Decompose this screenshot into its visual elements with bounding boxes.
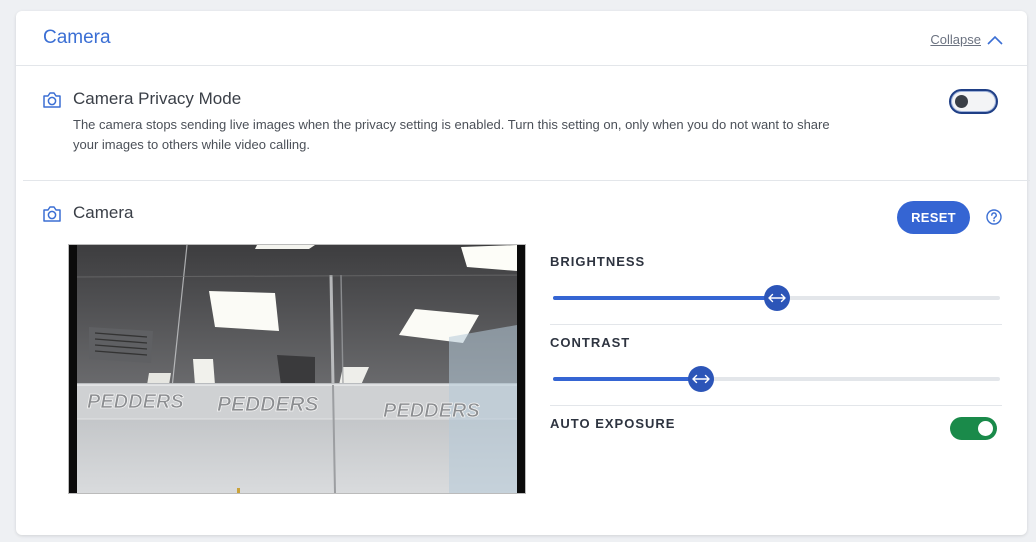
collapse-label[interactable]: Collapse [930, 32, 981, 47]
camera-preview-image: PEDDERS PEDDERS PEDDERS [69, 245, 525, 493]
control-divider [550, 405, 1002, 406]
collapse-link[interactable]: Collapse [930, 32, 1003, 47]
camera-settings-panel: Camera Collapse Camera Privacy Mode The … [16, 11, 1030, 535]
svg-text:PEDDERS: PEDDERS [383, 400, 480, 422]
camera-section-title: Camera [73, 203, 134, 222]
arrows-horizontal-icon [691, 374, 710, 384]
svg-text:PEDDERS: PEDDERS [87, 391, 184, 413]
privacy-mode-toggle[interactable] [949, 89, 998, 114]
brightness-slider-fill [553, 296, 777, 300]
brightness-slider[interactable] [553, 285, 1000, 311]
panel-title: Camera [43, 27, 111, 48]
arrows-horizontal-icon [767, 293, 786, 303]
panel-header: Camera Collapse [16, 11, 1027, 66]
contrast-slider-fill [553, 377, 701, 381]
svg-text:PEDDERS: PEDDERS [217, 393, 319, 416]
contrast-slider-thumb[interactable] [687, 366, 714, 392]
contrast-label: CONTRAST [550, 335, 631, 350]
chevron-up-icon[interactable] [987, 35, 1003, 45]
privacy-mode-title: Camera Privacy Mode [73, 89, 242, 108]
privacy-mode-description: The camera stops sending live images whe… [73, 117, 830, 152]
reset-button[interactable]: RESET [897, 201, 970, 234]
toggle-knob [955, 95, 968, 108]
camera-icon [43, 206, 61, 222]
question-circle-icon[interactable] [986, 209, 1002, 225]
camera-preview: PEDDERS PEDDERS PEDDERS [68, 244, 526, 494]
section-divider [23, 180, 1030, 181]
brightness-label: BRIGHTNESS [550, 254, 646, 269]
contrast-slider[interactable] [553, 366, 1000, 392]
brightness-slider-thumb[interactable] [763, 285, 790, 311]
camera-icon [43, 92, 61, 108]
control-divider [550, 324, 1002, 325]
auto-exposure-toggle[interactable] [950, 417, 997, 440]
auto-exposure-label: AUTO EXPOSURE [550, 416, 676, 431]
toggle-knob [978, 421, 993, 436]
